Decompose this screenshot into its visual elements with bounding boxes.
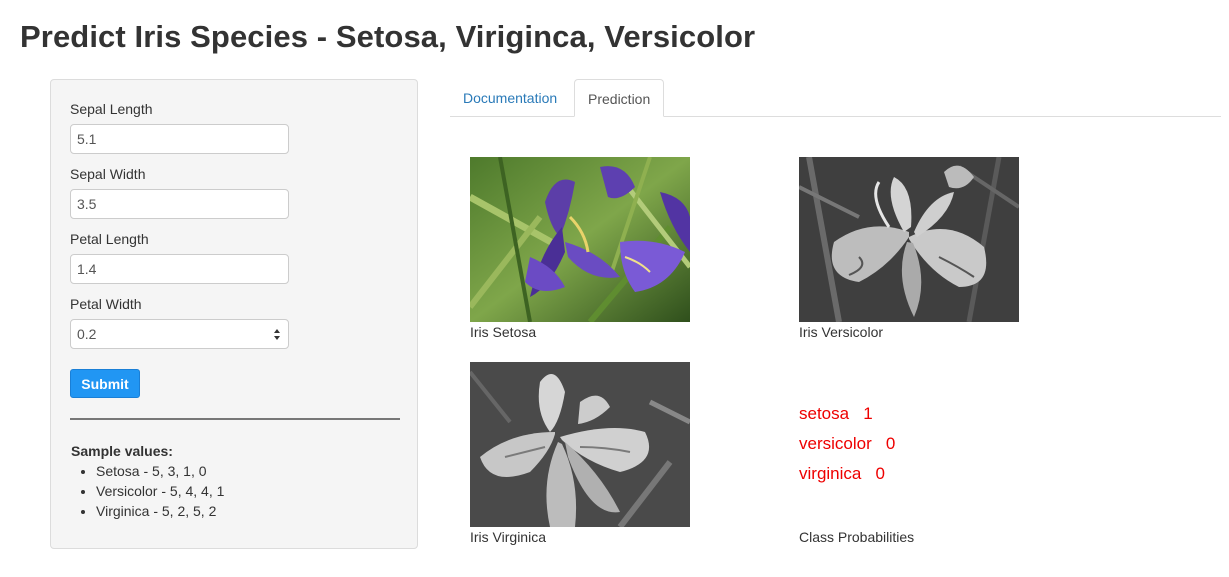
probability-virginica: virginica 0: [799, 464, 885, 484]
sample-values-list: Setosa - 5, 3, 1, 0 Versicolor - 5, 4, 4…: [76, 461, 224, 521]
list-item: Versicolor - 5, 4, 4, 1: [96, 481, 224, 501]
class-probability: 0: [885, 434, 896, 453]
list-item: Virginica - 5, 2, 5, 2: [96, 501, 224, 521]
probability-versicolor: versicolor 0: [799, 434, 895, 454]
petal-width-input[interactable]: 0.2: [70, 319, 289, 349]
setosa-caption: Iris Setosa: [470, 324, 537, 340]
input-sidebar: Sepal Length Sepal Width Petal Length Pe…: [50, 79, 418, 549]
petal-length-input[interactable]: [70, 254, 289, 284]
sepal-width-input[interactable]: [70, 189, 289, 219]
class-name: virginica: [799, 464, 862, 483]
versicolor-caption: Iris Versicolor: [799, 324, 884, 340]
petal-length-label: Petal Length: [70, 231, 149, 247]
sepal-length-label: Sepal Length: [70, 101, 153, 117]
tab-bar: Documentation Prediction: [450, 79, 1221, 117]
petal-width-label: Petal Width: [70, 296, 142, 312]
list-item: Setosa - 5, 3, 1, 0: [96, 461, 224, 481]
versicolor-photo: [799, 157, 1019, 322]
submit-button[interactable]: Submit: [70, 369, 140, 398]
setosa-photo: [470, 157, 690, 322]
virginica-photo: [470, 362, 690, 527]
sepal-width-label: Sepal Width: [70, 166, 146, 182]
sample-values-heading: Sample values:: [71, 443, 173, 459]
sepal-length-input[interactable]: [70, 124, 289, 154]
tab-prediction[interactable]: Prediction: [574, 79, 665, 117]
class-name: setosa: [799, 404, 850, 423]
class-probability: 1: [863, 404, 873, 423]
petal-width-value: 0.2: [77, 326, 97, 342]
virginica-caption: Iris Virginica: [470, 529, 546, 545]
probability-setosa: setosa 1: [799, 404, 873, 424]
page-title: Predict Iris Species - Setosa, Viriginca…: [20, 19, 756, 54]
class-name: versicolor: [799, 434, 872, 453]
class-probability: 0: [875, 464, 885, 483]
tab-documentation[interactable]: Documentation: [450, 79, 570, 117]
class-probabilities-caption: Class Probabilities: [799, 529, 915, 545]
sidebar-divider: [70, 418, 400, 420]
number-spinner-icon[interactable]: [272, 326, 282, 343]
